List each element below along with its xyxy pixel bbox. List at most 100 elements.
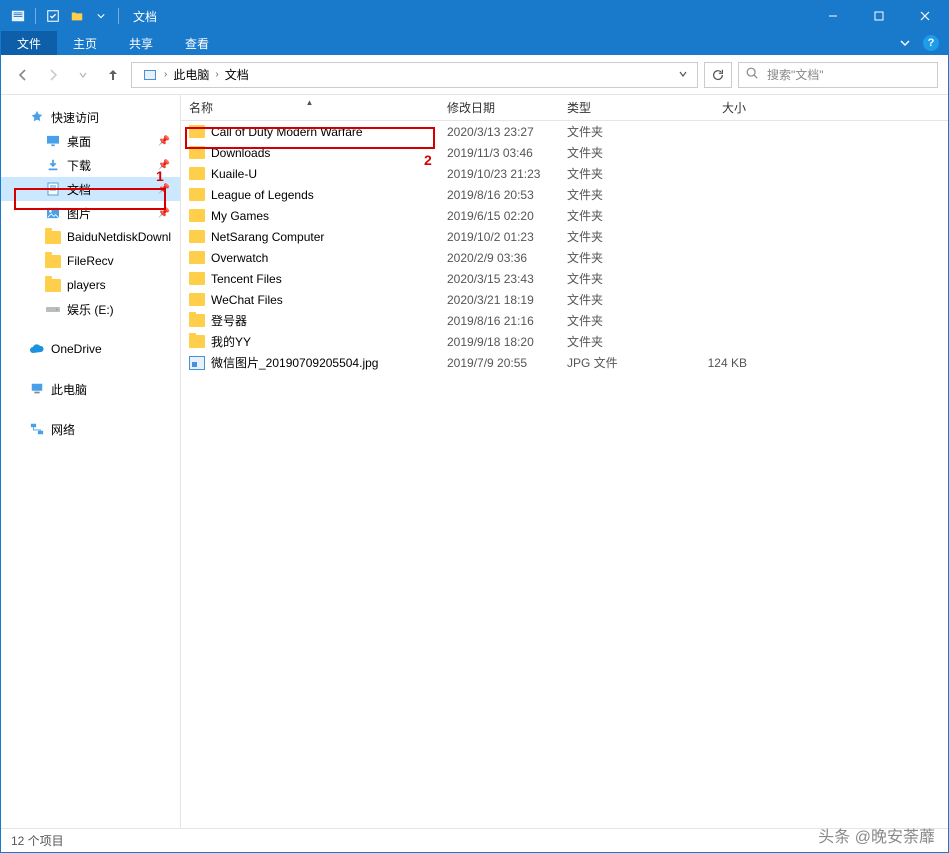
address-dropdown-icon[interactable] [673, 68, 693, 82]
search-box[interactable]: 搜索"文档" [738, 62, 938, 88]
file-row[interactable]: 我的YY2019/9/18 18:20文件夹 [181, 331, 948, 352]
sidebar-thispc[interactable]: 此电脑 [1, 377, 180, 401]
folder-icon [45, 253, 61, 269]
file-type: JPG 文件 [559, 354, 655, 371]
file-row[interactable]: 微信图片_20190709205504.jpg 2019/7/9 20:55JPG… [181, 352, 948, 373]
file-name: 微信图片_20190709205504.jpg [211, 354, 378, 371]
column-date[interactable]: 修改日期 [439, 99, 559, 116]
file-row[interactable]: NetSarang Computer2019/10/2 01:23文件夹 [181, 226, 948, 247]
file-row[interactable]: Downloads2019/11/3 03:46文件夹 [181, 142, 948, 163]
cloud-icon [29, 341, 45, 357]
file-name: Kuaile-U [211, 167, 257, 181]
file-row[interactable]: Tencent Files 2020/3/15 23:43文件夹 [181, 268, 948, 289]
ribbon-tabs: 文件 主页 共享 查看 ? [1, 31, 948, 55]
help-button[interactable]: ? [922, 34, 940, 52]
file-row[interactable]: Kuaile-U 2019/10/23 21:23文件夹 [181, 163, 948, 184]
file-date: 2020/3/15 23:43 [439, 272, 559, 286]
sidebar-onedrive[interactable]: OneDrive [1, 337, 180, 361]
status-item-count: 12 个项目 [11, 832, 64, 849]
file-name: Tencent Files [211, 272, 282, 286]
file-row[interactable]: WeChat Files 2020/3/21 18:19文件夹 [181, 289, 948, 310]
forward-button[interactable] [41, 63, 65, 87]
sidebar-item-baidu[interactable]: BaiduNetdiskDownl [1, 225, 180, 249]
sidebar-item-filerecv[interactable]: FileRecv [1, 249, 180, 273]
refresh-button[interactable] [704, 62, 732, 88]
maximize-button[interactable] [856, 1, 902, 31]
qat-dropdown-icon[interactable] [90, 5, 112, 27]
file-type: 文件夹 [559, 291, 655, 308]
file-type: 文件夹 [559, 207, 655, 224]
sidebar-item-documents[interactable]: 文档 📌 [1, 177, 180, 201]
ribbon-collapse-icon[interactable] [896, 34, 914, 52]
tab-home[interactable]: 主页 [57, 31, 113, 55]
sidebar-item-pictures[interactable]: 图片 📌 [1, 201, 180, 225]
sidebar-item-downloads[interactable]: 下载 📌 [1, 153, 180, 177]
folder-icon [45, 229, 61, 245]
file-date: 2019/6/15 02:20 [439, 209, 559, 223]
file-row[interactable]: Overwatch 2020/2/9 03:36文件夹 [181, 247, 948, 268]
recent-locations-button[interactable] [71, 63, 95, 87]
folder-icon [189, 188, 205, 201]
file-date: 2020/2/9 03:36 [439, 251, 559, 265]
sidebar-item-desktop[interactable]: 桌面 📌 [1, 129, 180, 153]
file-rows: Call of Duty Modern Warfare 2020/3/13 23:… [181, 121, 948, 828]
qat-folder-icon[interactable] [66, 5, 88, 27]
search-placeholder: 搜索"文档" [767, 66, 824, 83]
window-title: 文档 [133, 8, 157, 25]
file-type: 文件夹 [559, 186, 655, 203]
file-date: 2019/11/3 03:46 [439, 146, 559, 160]
close-button[interactable] [902, 1, 948, 31]
column-name[interactable]: 名称 ▲ [181, 99, 439, 116]
file-date: 2020/3/13 23:27 [439, 125, 559, 139]
file-date: 2019/8/16 20:53 [439, 188, 559, 202]
pictures-icon [45, 205, 61, 221]
star-icon [29, 109, 45, 125]
pin-icon: 📌 [158, 136, 170, 147]
folder-icon [189, 146, 205, 159]
folder-icon [189, 314, 205, 327]
file-row[interactable]: 登号器2019/8/16 21:16文件夹 [181, 310, 948, 331]
file-type: 文件夹 [559, 270, 655, 287]
file-date: 2019/10/23 21:23 [439, 167, 559, 181]
file-name: Call of Duty Modern Warfare [211, 125, 363, 139]
search-icon [745, 66, 759, 83]
breadcrumb-documents[interactable]: 文档 [219, 63, 255, 87]
file-type: 文件夹 [559, 249, 655, 266]
file-row[interactable]: League of Legends2019/8/16 20:53文件夹 [181, 184, 948, 205]
folder-icon [45, 277, 61, 293]
status-bar: 12 个项目 [1, 828, 948, 852]
folder-icon [189, 335, 205, 348]
sidebar-item-ent-drive[interactable]: 娱乐 (E:) [1, 297, 180, 321]
file-name: Overwatch [211, 251, 268, 265]
file-date: 2020/3/21 18:19 [439, 293, 559, 307]
folder-icon [189, 230, 205, 243]
file-date: 2019/7/9 20:55 [439, 356, 559, 370]
file-name: My Games [211, 209, 269, 223]
sidebar-quickaccess[interactable]: 快速访问 [1, 105, 180, 129]
sidebar-network[interactable]: 网络 [1, 417, 180, 441]
breadcrumb-icon [136, 63, 164, 87]
file-name: 登号器 [211, 312, 247, 329]
column-type[interactable]: 类型 [559, 99, 655, 116]
back-button[interactable] [11, 63, 35, 87]
qat-properties-icon[interactable] [42, 5, 64, 27]
file-date: 2019/10/2 01:23 [439, 230, 559, 244]
tab-view[interactable]: 查看 [169, 31, 225, 55]
breadcrumb-thispc[interactable]: 此电脑 [167, 63, 215, 87]
up-button[interactable] [101, 63, 125, 87]
desktop-icon [45, 133, 61, 149]
sidebar-item-players[interactable]: players [1, 273, 180, 297]
file-row[interactable]: Call of Duty Modern Warfare 2020/3/13 23:… [181, 121, 948, 142]
column-headers: 名称 ▲ 修改日期 类型 大小 [181, 95, 948, 121]
folder-icon [189, 125, 205, 138]
tab-share[interactable]: 共享 [113, 31, 169, 55]
file-name: 我的YY [211, 333, 251, 350]
file-name: WeChat Files [211, 293, 283, 307]
file-type: 文件夹 [559, 333, 655, 350]
tab-file[interactable]: 文件 [1, 31, 57, 55]
column-size[interactable]: 大小 [655, 99, 755, 116]
file-row[interactable]: My Games 2019/6/15 02:20文件夹 [181, 205, 948, 226]
file-type: 文件夹 [559, 165, 655, 182]
minimize-button[interactable] [810, 1, 856, 31]
address-bar[interactable]: › 此电脑 › 文档 [131, 62, 698, 88]
